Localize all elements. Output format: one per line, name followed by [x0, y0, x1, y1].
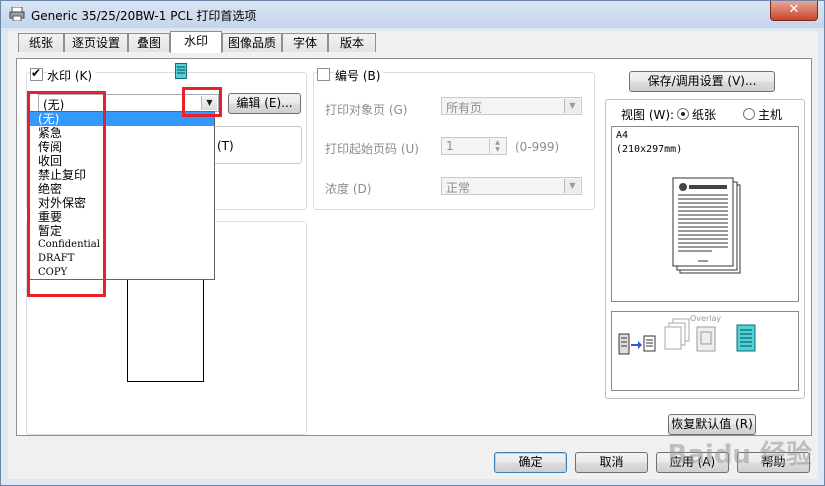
- tab-image-quality[interactable]: 图像品质: [222, 33, 282, 52]
- chevron-down-icon[interactable]: ▼: [564, 99, 580, 113]
- document-preview-icon: [672, 177, 741, 274]
- numbering-checkbox[interactable]: [317, 68, 330, 81]
- tab-watermark[interactable]: 水印: [170, 31, 222, 53]
- paper-size: A4: [616, 130, 629, 141]
- printer-icon: [9, 7, 25, 21]
- edit-watermark-button[interactable]: 编辑 (E)...: [228, 93, 301, 114]
- start-page-range: (0-999): [515, 140, 560, 154]
- view-paper-label: 纸张: [692, 108, 717, 122]
- spinner-arrows-icon[interactable]: ▲ ▼: [489, 139, 505, 153]
- start-page-value: 1: [446, 139, 454, 153]
- tab-paper[interactable]: 纸张: [18, 33, 64, 52]
- watermark-preview-page: [127, 274, 204, 382]
- baidu-watermark: Baidu 经验: [667, 440, 812, 470]
- print-target-value: 所有页: [446, 101, 483, 115]
- watermark-option-suffix: (T): [217, 139, 234, 153]
- start-page-stepper[interactable]: 1 ▲ ▼: [441, 137, 507, 155]
- title-bar: Generic 35/25/20BW-1 PCL 打印首选项 ✕: [1, 1, 824, 28]
- print-preferences-window: Generic 35/25/20BW-1 PCL 打印首选项 ✕ 纸张 逐页设置…: [0, 0, 825, 486]
- tab-font[interactable]: 字体: [282, 33, 328, 52]
- watermark-checkbox-label: 水印 (K): [47, 67, 96, 84]
- print-target-select[interactable]: 所有页 ▼: [441, 97, 582, 115]
- density-select[interactable]: 正常 ▼: [441, 177, 582, 195]
- print-job-icon: [618, 333, 656, 355]
- annotation-highlight-arrow: [182, 87, 222, 117]
- overlay-preview-box: Overlay: [611, 311, 799, 391]
- watermark-checkbox[interactable]: ✔: [30, 66, 43, 81]
- start-page-label: 打印起始页码 (U): [325, 142, 419, 156]
- restore-defaults-button[interactable]: 恢复默认值 (R): [668, 414, 756, 435]
- annotation-highlight-list: [27, 91, 106, 297]
- check-mark-icon: ✔: [31, 66, 42, 80]
- watermark-result-icon: [736, 324, 756, 352]
- tab-overlay[interactable]: 叠图: [128, 33, 170, 52]
- numbering-checkbox-label: 编号 (B): [335, 67, 384, 84]
- paper-preview-box: A4 (210x297mm): [611, 126, 799, 302]
- overlay-page-icon: [696, 326, 716, 352]
- ok-button[interactable]: 确定: [494, 452, 567, 473]
- density-label: 浓度 (D): [325, 182, 372, 196]
- print-target-label: 打印对象页 (G): [325, 103, 408, 117]
- close-button[interactable]: ✕: [770, 1, 818, 21]
- view-host-label: 主机: [758, 108, 783, 122]
- view-host-radio[interactable]: [743, 108, 755, 120]
- view-label: 视图 (W):: [621, 108, 675, 122]
- save-load-settings-button[interactable]: 保存/调用设置 (V)...: [629, 71, 775, 92]
- overlay-label: Overlay: [690, 314, 722, 323]
- overlay-pages-icon: [664, 318, 690, 350]
- density-value: 正常: [446, 181, 471, 195]
- cancel-button[interactable]: 取消: [575, 452, 648, 473]
- tab-version[interactable]: 版本: [328, 33, 376, 52]
- view-paper-radio[interactable]: [677, 108, 689, 120]
- watermark-page-icon: [175, 63, 187, 79]
- window-title: Generic 35/25/20BW-1 PCL 打印首选项: [31, 9, 257, 23]
- chevron-down-icon[interactable]: ▼: [564, 179, 580, 193]
- paper-dimensions: (210x297mm): [616, 144, 683, 155]
- tab-page-settings[interactable]: 逐页设置: [64, 33, 128, 52]
